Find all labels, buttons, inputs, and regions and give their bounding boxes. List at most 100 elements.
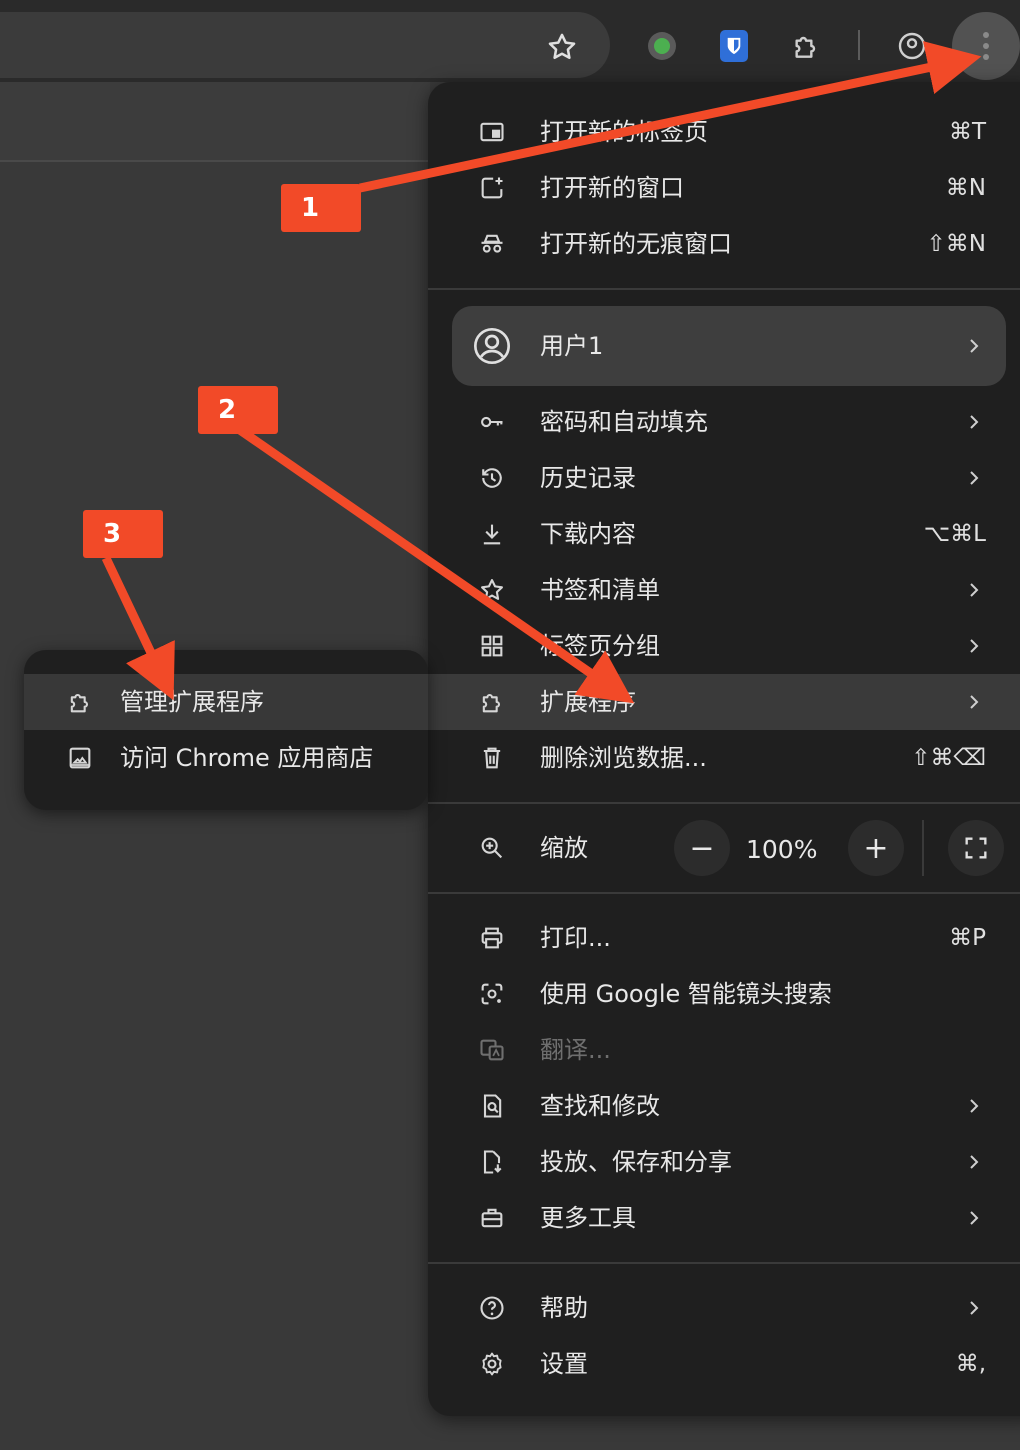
menu-item-label: 扩展程序 xyxy=(540,688,636,716)
menu-item-profile[interactable]: 用户1 xyxy=(452,306,1006,386)
puzzle-extensions-icon[interactable] xyxy=(788,28,824,64)
toolbar-separator xyxy=(858,30,860,60)
menu-item-label: 帮助 xyxy=(540,1294,588,1322)
annotation-badge-3: 3 xyxy=(83,510,163,558)
zoom-in-icon xyxy=(478,834,506,862)
save-page-icon xyxy=(478,1148,506,1176)
menu-item-label: 书签和清单 xyxy=(540,576,660,604)
chrome-main-menu: 打开新的标签页 ⌘T 打开新的窗口 ⌘N 打开新的无痕窗口 ⇧⌘N 用户1 密码… xyxy=(428,82,1020,1416)
submenu-item-label: 管理扩展程序 xyxy=(120,688,264,716)
menu-item-translate: 翻译... xyxy=(428,1022,1020,1078)
menu-item-new-window[interactable]: 打开新的窗口 ⌘N xyxy=(428,160,1020,216)
shortcut: ⌘N xyxy=(945,175,986,201)
zoom-in-button[interactable]: + xyxy=(848,820,904,876)
zoom-level: 100% xyxy=(746,835,818,864)
key-icon xyxy=(478,408,506,436)
shortcut: ⌘P xyxy=(949,925,986,951)
chevron-right-icon xyxy=(964,408,984,436)
menu-item-clear-data[interactable]: 删除浏览数据... ⇧⌘⌫ xyxy=(428,730,1020,786)
menu-item-label: 翻译... xyxy=(540,1036,611,1064)
tab-strip-area xyxy=(0,82,430,162)
menu-item-bookmarks[interactable]: 书签和清单 xyxy=(428,562,1020,618)
menu-item-label: 密码和自动填充 xyxy=(540,408,708,436)
new-tab-icon xyxy=(478,118,506,146)
menu-item-passwords[interactable]: 密码和自动填充 xyxy=(428,394,1020,450)
fullscreen-button[interactable] xyxy=(948,820,1004,876)
submenu-item-manage-extensions[interactable]: 管理扩展程序 xyxy=(24,674,428,730)
chevron-right-icon xyxy=(964,1204,984,1232)
trash-icon xyxy=(478,744,506,772)
annotation-badge-2: 2 xyxy=(198,386,278,434)
printer-icon xyxy=(478,924,506,952)
menu-divider xyxy=(428,892,1020,894)
menu-item-label: 缩放 xyxy=(540,834,588,862)
puzzle-icon xyxy=(478,688,506,716)
menu-item-label: 打印... xyxy=(540,924,611,952)
menu-item-help[interactable]: 帮助 xyxy=(428,1280,1020,1336)
menu-item-label: 标签页分组 xyxy=(540,632,660,660)
browser-toolbar xyxy=(0,0,1020,82)
grid-icon xyxy=(478,632,506,660)
menu-item-print[interactable]: 打印... ⌘P xyxy=(428,910,1020,966)
menu-item-downloads[interactable]: 下载内容 ⌥⌘L xyxy=(428,506,1020,562)
menu-dots-icon[interactable] xyxy=(952,12,1020,80)
address-bar[interactable] xyxy=(0,12,610,78)
shortcut: ⌘T xyxy=(948,119,986,145)
zoom-out-button[interactable]: − xyxy=(674,820,730,876)
profile-icon[interactable] xyxy=(894,28,930,64)
menu-item-label: 使用 Google 智能镜头搜索 xyxy=(540,980,832,1008)
menu-item-more-tools[interactable]: 更多工具 xyxy=(428,1190,1020,1246)
new-window-icon xyxy=(478,174,506,202)
menu-item-extensions[interactable]: 扩展程序 xyxy=(428,674,1020,730)
submenu-item-web-store[interactable]: 访问 Chrome 应用商店 xyxy=(24,730,428,786)
chevron-right-icon xyxy=(964,1294,984,1322)
menu-item-label: 打开新的无痕窗口 xyxy=(540,230,732,258)
menu-item-label: 历史记录 xyxy=(540,464,636,492)
account-circle-icon xyxy=(472,326,512,366)
menu-item-label: 下载内容 xyxy=(540,520,636,548)
chevron-right-icon xyxy=(964,1148,984,1176)
toolbox-icon xyxy=(478,1204,506,1232)
submenu-item-label: 访问 Chrome 应用商店 xyxy=(120,744,374,772)
annotation-badge-1: 1 xyxy=(281,184,361,232)
menu-item-new-tab[interactable]: 打开新的标签页 ⌘T xyxy=(428,104,1020,160)
menu-item-incognito[interactable]: 打开新的无痕窗口 ⇧⌘N xyxy=(428,216,1020,272)
menu-item-settings[interactable]: 设置 ⌘, xyxy=(428,1336,1020,1392)
download-icon xyxy=(478,520,506,548)
chevron-right-icon xyxy=(964,632,984,660)
find-in-page-icon xyxy=(478,1092,506,1120)
menu-item-label: 设置 xyxy=(540,1350,588,1378)
puzzle-icon xyxy=(66,688,94,716)
bitwarden-shield-icon[interactable] xyxy=(716,28,752,64)
lens-icon xyxy=(478,980,506,1008)
history-icon xyxy=(478,464,506,492)
chevron-right-icon xyxy=(964,576,984,604)
translate-icon xyxy=(478,1036,506,1064)
chevron-right-icon xyxy=(964,332,984,360)
menu-item-label: 更多工具 xyxy=(540,1204,636,1232)
menu-divider xyxy=(428,1262,1020,1264)
web-store-icon xyxy=(66,744,94,772)
shortcut: ⇧⌘N xyxy=(926,231,986,257)
green-dot-extension-icon[interactable] xyxy=(644,28,680,64)
zoom-separator xyxy=(922,820,924,876)
fullscreen-icon xyxy=(965,837,987,859)
chevron-right-icon xyxy=(964,464,984,492)
menu-item-tab-groups[interactable]: 标签页分组 xyxy=(428,618,1020,674)
menu-item-google-lens[interactable]: 使用 Google 智能镜头搜索 xyxy=(428,966,1020,1022)
extensions-submenu: 管理扩展程序 访问 Chrome 应用商店 xyxy=(24,650,428,810)
menu-item-label: 打开新的标签页 xyxy=(540,118,708,146)
help-icon xyxy=(478,1294,506,1322)
menu-item-history[interactable]: 历史记录 xyxy=(428,450,1020,506)
menu-item-label: 查找和修改 xyxy=(540,1092,660,1120)
menu-item-find-edit[interactable]: 查找和修改 xyxy=(428,1078,1020,1134)
shortcut: ⌘, xyxy=(955,1351,986,1377)
bookmark-star-icon[interactable] xyxy=(545,30,579,64)
menu-divider xyxy=(428,288,1020,290)
shortcut: ⌥⌘L xyxy=(923,521,986,547)
menu-item-cast-save-share[interactable]: 投放、保存和分享 xyxy=(428,1134,1020,1190)
menu-item-label: 投放、保存和分享 xyxy=(540,1148,732,1176)
star-icon xyxy=(478,576,506,604)
chevron-right-icon xyxy=(964,1092,984,1120)
menu-item-label: 用户1 xyxy=(540,332,604,360)
